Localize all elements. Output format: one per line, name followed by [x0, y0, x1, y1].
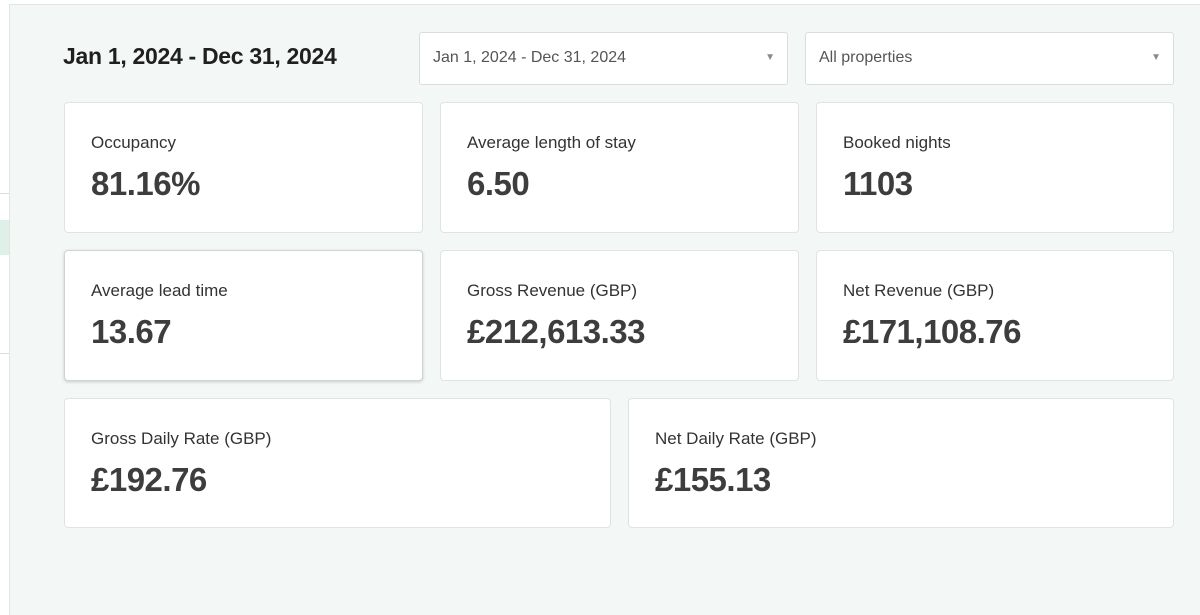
- metric-label: Average lead time: [91, 281, 228, 300]
- caret-down-icon: ▼: [1151, 52, 1161, 63]
- date-range-title: Jan 1, 2024 - Dec 31, 2024: [63, 43, 337, 69]
- metric-label: Average length of stay: [467, 133, 636, 152]
- metric-label: Booked nights: [843, 133, 951, 152]
- metric-card-average-lead-time: Average lead time 13.67: [64, 250, 423, 381]
- metric-card-gross-revenue: Gross Revenue (GBP) £212,613.33: [440, 250, 799, 381]
- sidebar-edge: [0, 0, 9, 615]
- sidebar-active-indicator[interactable]: [0, 220, 9, 255]
- metric-card-average-length-of-stay: Average length of stay 6.50: [440, 102, 799, 233]
- property-select-value: All properties: [819, 49, 913, 66]
- metric-label: Gross Revenue (GBP): [467, 281, 638, 300]
- dashboard-panel: Jan 1, 2024 - Dec 31, 2024 Jan 1, 2024 -…: [9, 4, 1200, 615]
- metric-card-net-daily-rate: Net Daily Rate (GBP) £155.13: [628, 398, 1174, 528]
- metric-card-net-revenue: Net Revenue (GBP) £171,108.76: [816, 250, 1174, 381]
- metric-value: 6.50: [467, 165, 530, 202]
- metric-card-booked-nights: Booked nights 1103: [816, 102, 1174, 233]
- metric-card-occupancy: Occupancy 81.16%: [64, 102, 423, 233]
- metric-label: Net Daily Rate (GBP): [655, 429, 817, 448]
- metric-value: 81.16%: [91, 165, 200, 202]
- page: Jan 1, 2024 - Dec 31, 2024 Jan 1, 2024 -…: [0, 0, 1200, 615]
- metric-value: £192.76: [91, 461, 207, 498]
- sidebar-divider: [0, 193, 9, 194]
- metric-label: Net Revenue (GBP): [843, 281, 995, 300]
- metric-value: £212,613.33: [467, 313, 646, 350]
- metric-label: Gross Daily Rate (GBP): [91, 429, 272, 448]
- property-select[interactable]: All properties ▼: [805, 32, 1174, 85]
- date-range-select-value: Jan 1, 2024 - Dec 31, 2024: [433, 49, 627, 66]
- date-range-select[interactable]: Jan 1, 2024 - Dec 31, 2024 ▼: [419, 32, 788, 85]
- sidebar-divider: [0, 353, 9, 354]
- metric-card-gross-daily-rate: Gross Daily Rate (GBP) £192.76: [64, 398, 611, 528]
- metric-value: 13.67: [91, 313, 172, 350]
- metric-value: £155.13: [655, 461, 771, 498]
- metric-value: £171,108.76: [843, 313, 1022, 350]
- metric-label: Occupancy: [91, 133, 177, 152]
- metric-value: 1103: [843, 165, 913, 202]
- caret-down-icon: ▼: [765, 52, 775, 63]
